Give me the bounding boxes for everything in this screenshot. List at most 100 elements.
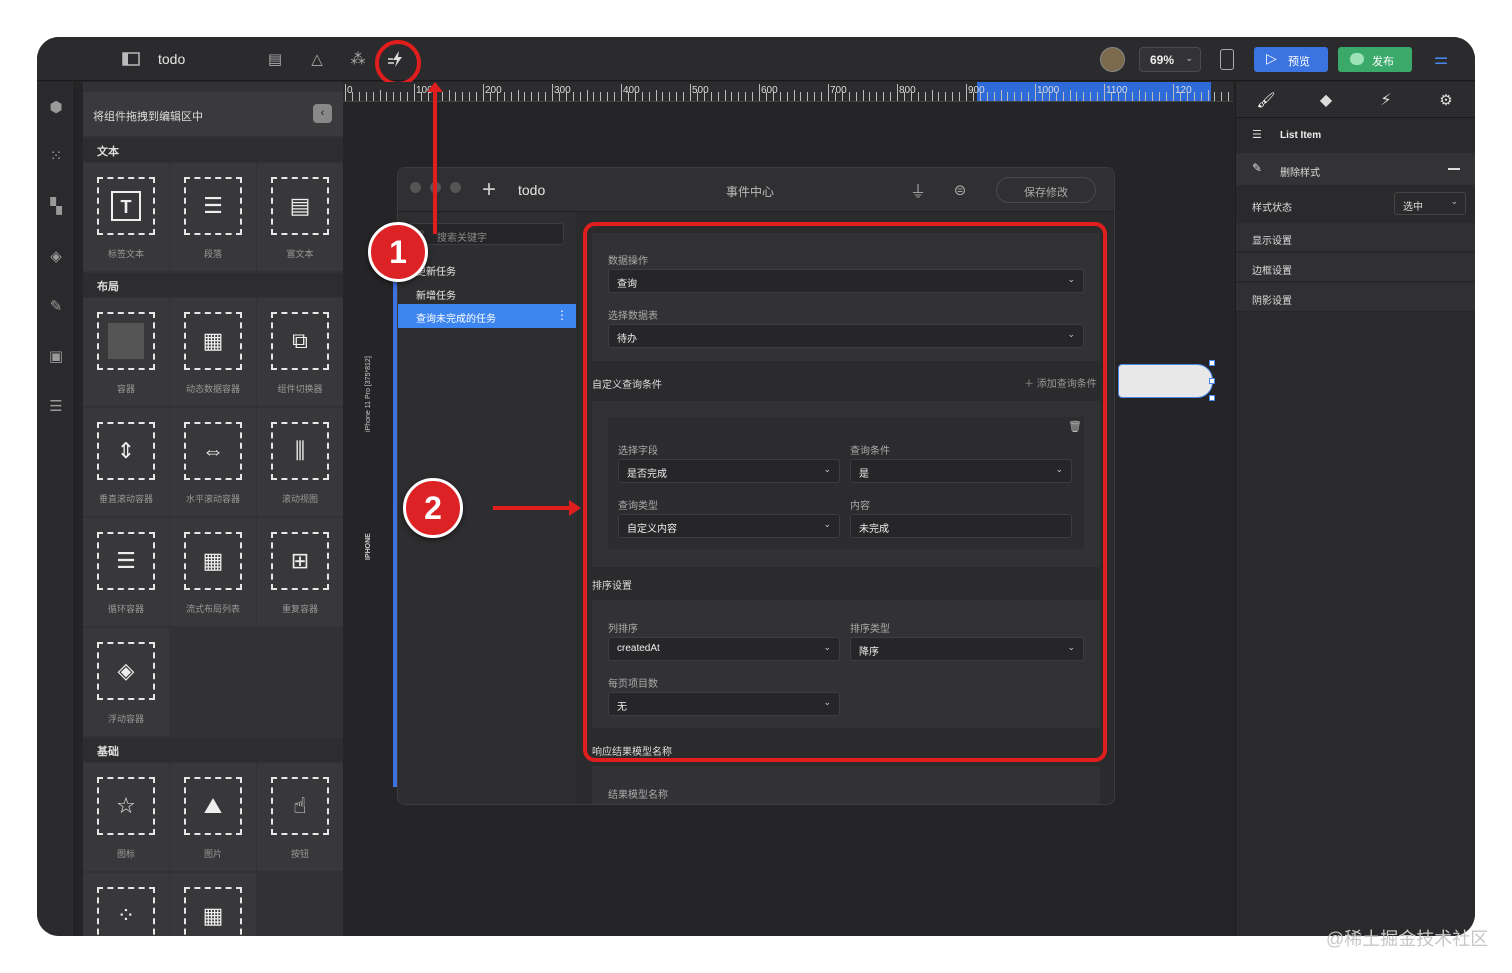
list-icon[interactable]: ☰	[37, 391, 75, 421]
device-icon[interactable]	[1220, 49, 1234, 70]
component-paragraph[interactable]: ☰ 段落	[170, 163, 256, 271]
ruler-tick	[793, 90, 795, 101]
canvas-area: 0 100 200 300 400 500 600 700 800 900 1000 1100 120 …	[343, 82, 1233, 936]
preview-button[interactable]: ▷ 预览	[1254, 47, 1328, 72]
display-settings-row[interactable]: 显示设置	[1236, 223, 1475, 252]
components-icon[interactable]: ⁂	[348, 49, 368, 69]
component-container[interactable]: 容器	[83, 298, 169, 406]
event-item-label: 查询未完成的任务	[416, 314, 496, 325]
component-label: 浮动容器	[107, 714, 144, 724]
resize-handle[interactable]	[1209, 360, 1215, 366]
ruler-tick	[759, 84, 760, 101]
pin-icon[interactable]: ✎	[37, 291, 75, 321]
ruler-label: 120	[1175, 85, 1192, 96]
ruler-tick	[365, 92, 367, 101]
diamond-icon[interactable]: ◆	[1316, 90, 1336, 110]
collapse-button[interactable]: ‹	[313, 104, 332, 123]
ruler-tick	[545, 92, 547, 101]
bolt-icon[interactable]: ⚡	[1376, 90, 1396, 110]
left-rail: ⬢ ⁙ ▚ ◈ ✎ ▣ ☰	[37, 82, 75, 936]
component-switcher[interactable]: ⧉ 组件切换器	[257, 298, 343, 406]
pages-icon[interactable]: ▣	[37, 341, 75, 371]
publish-label: 发布	[1372, 56, 1394, 68]
ruler-label: 1100	[1106, 85, 1128, 96]
component-repeat[interactable]: ⊞ 重复容器	[257, 518, 343, 626]
filter-icon[interactable]: ⏚	[908, 180, 928, 201]
component-hscroll[interactable]: ⇔ 水平滚动容器	[170, 408, 256, 516]
component-dynamic-container[interactable]: ▦ 动态数据容器	[170, 298, 256, 406]
triangle-icon[interactable]: △	[307, 49, 327, 69]
component-button[interactable]: ☝ 按钮	[257, 763, 343, 871]
window-dot	[410, 182, 421, 193]
properties-tabs: 🖌 ◆ ⚡ ⚙	[1236, 82, 1475, 118]
settings-sliders-icon[interactable]: ⚌	[1430, 49, 1452, 69]
richtext-icon: ▤	[271, 177, 329, 235]
ruler-label: 900	[968, 85, 985, 96]
button-icon: ☝	[271, 777, 329, 835]
resize-handle[interactable]	[1209, 395, 1215, 401]
connector-line	[493, 506, 573, 510]
top-toolbar: todo ▤ △ ⁂ 69% ⌄ ▷ 预览 发布 ⚌	[37, 37, 1475, 86]
cube-icon[interactable]: ⬢	[37, 92, 75, 122]
component-loop[interactable]: ☰ 循环容器	[83, 518, 169, 626]
add-event-button[interactable]: +	[482, 176, 496, 204]
layers-icon[interactable]: ◈	[37, 241, 75, 271]
ruler-tick	[1069, 90, 1071, 101]
ruler-label: 600	[761, 85, 778, 96]
ruler-tick	[593, 92, 595, 101]
blocks-icon[interactable]: ⁙	[37, 141, 75, 171]
ruler-tick	[814, 92, 816, 101]
ruler-tick	[1035, 84, 1036, 101]
publish-button[interactable]: 发布	[1338, 47, 1412, 72]
brush-icon[interactable]: 🖌	[1256, 90, 1276, 110]
ruler-tick	[897, 84, 898, 101]
component-qrcode[interactable]: ▦	[170, 873, 256, 936]
resize-handle[interactable]	[1209, 378, 1215, 384]
component-label: 垂直滚动容器	[98, 494, 153, 504]
section-header-basic: 基础	[83, 738, 343, 762]
component-label: 重复容器	[281, 604, 318, 614]
component-scrollview[interactable]: ⫼ 滚动视图	[257, 408, 343, 516]
image-icon: ⛰	[184, 777, 242, 835]
ruler-tick	[407, 92, 409, 101]
dashboard-icon[interactable]: ▚	[37, 191, 75, 221]
floating-container-icon: ◈	[97, 642, 155, 700]
event-item-selected[interactable]: 查询未完成的任务 ⋮	[398, 304, 576, 328]
component-flow-list[interactable]: ▦ 流式布局列表	[170, 518, 256, 626]
component-dots[interactable]: ⁘	[83, 873, 169, 936]
ruler-tick	[1228, 92, 1230, 101]
component-panel-header: 将组件拖拽到编辑区中 ‹	[83, 92, 343, 136]
ruler-tick	[372, 92, 374, 101]
border-settings-row[interactable]: 边框设置	[1236, 253, 1475, 282]
stamp-icon[interactable]: ⊜	[950, 180, 970, 200]
ruler-tick	[1138, 90, 1140, 101]
more-vert-icon[interactable]: ⋮	[556, 308, 568, 322]
component-icon[interactable]: ☆ 图标	[83, 763, 169, 871]
shadow-settings-row[interactable]: 阴影设置	[1236, 283, 1475, 312]
event-item[interactable]: 新增任务	[416, 287, 456, 302]
component-label-text[interactable]: T 标签文本	[83, 163, 169, 271]
component-name: List Item	[1280, 130, 1322, 141]
ruler-tick	[441, 92, 443, 101]
sidebar-toggle-icon[interactable]	[121, 49, 141, 69]
component-richtext[interactable]: ▤ 富文本	[257, 163, 343, 271]
component-vscroll[interactable]: ⇕ 垂直滚动容器	[83, 408, 169, 516]
component-image[interactable]: ⛰ 图片	[170, 763, 256, 871]
style-state-select[interactable]: 选中 ⌄	[1394, 192, 1466, 215]
page-icon[interactable]: ▤	[265, 49, 285, 69]
save-changes-button[interactable]: 保存修改	[996, 177, 1096, 203]
ruler-label: 1000	[1037, 85, 1060, 96]
selected-list-item[interactable]	[1118, 364, 1213, 398]
minus-icon[interactable]	[1448, 168, 1460, 170]
zoom-select[interactable]: 69% ⌄	[1139, 47, 1201, 72]
delete-style-row[interactable]: ✎ 删除样式	[1236, 153, 1475, 185]
avatar[interactable]	[1100, 47, 1125, 72]
ruler-tick	[1097, 92, 1099, 101]
ruler-tick	[572, 92, 574, 101]
section-header-text: 文本	[83, 138, 343, 162]
flow-list-icon: ▦	[184, 532, 242, 590]
component-floating[interactable]: ◈ 浮动容器	[83, 628, 169, 736]
ruler-tick	[614, 92, 616, 101]
robot-icon[interactable]: ⚙	[1436, 90, 1456, 110]
highlight-box	[583, 222, 1107, 762]
